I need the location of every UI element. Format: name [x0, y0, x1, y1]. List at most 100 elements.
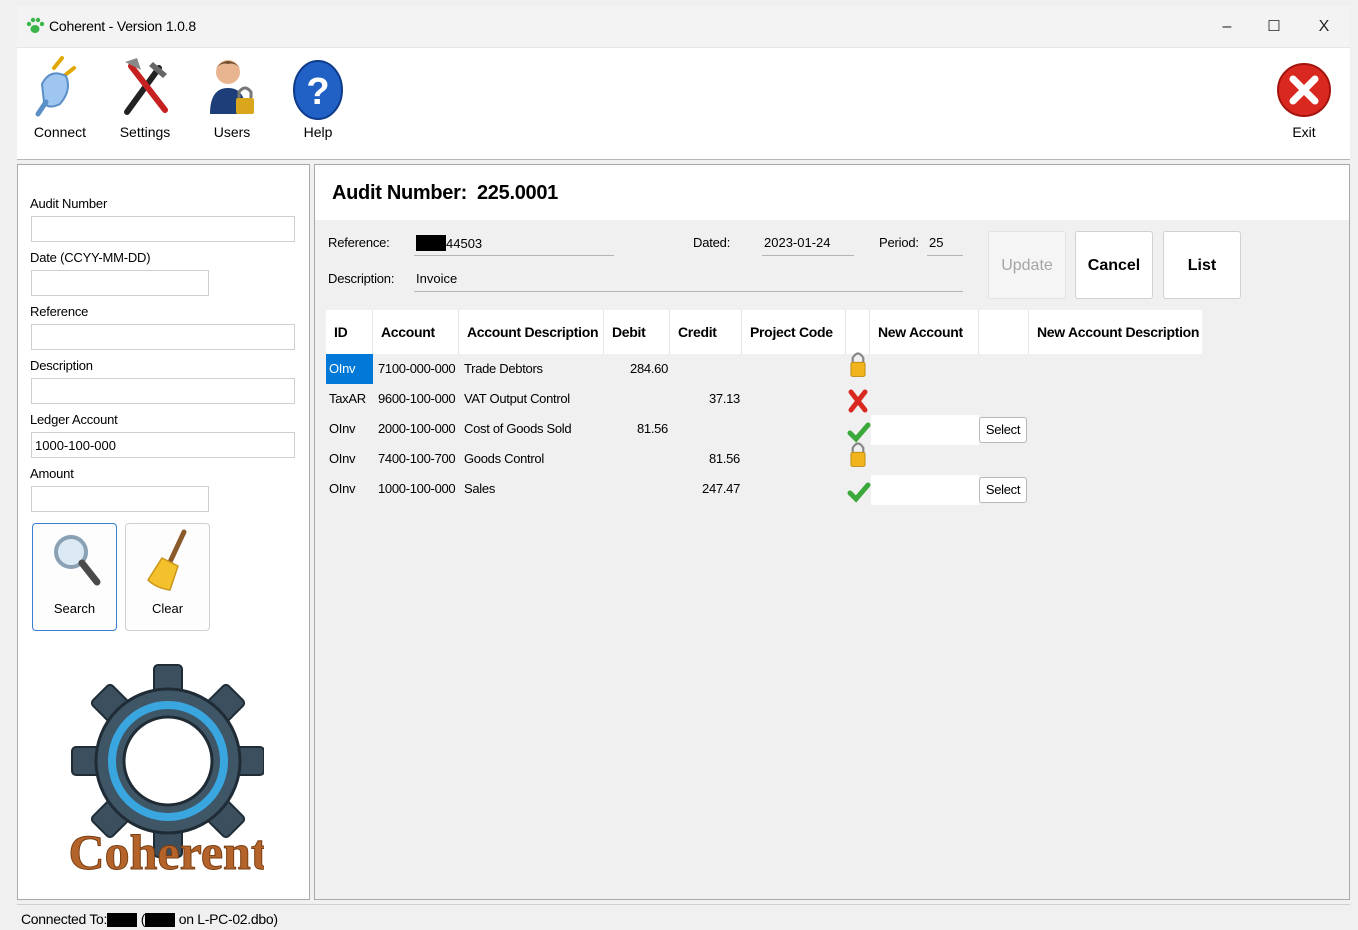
period-label: Period: — [879, 235, 919, 250]
row-description[interactable]: VAT Output Control — [464, 384, 570, 414]
connection-status: Connected To: ( on L-PC-02.dbo) — [21, 911, 278, 927]
new-account-input[interactable] — [871, 415, 979, 445]
col-project-code[interactable]: Project Code — [742, 310, 846, 354]
row-credit[interactable] — [670, 354, 740, 384]
user-lock-icon — [210, 60, 254, 114]
col-credit[interactable]: Credit — [670, 310, 742, 354]
row-account[interactable]: 2000-100-000 — [378, 414, 456, 444]
redacted-block — [107, 913, 138, 927]
audit-number-label: Audit Number — [30, 196, 108, 211]
row-description[interactable]: Sales — [464, 474, 495, 504]
period-field[interactable]: 25 — [927, 230, 963, 256]
col-account-description[interactable]: Account Description — [459, 310, 604, 354]
ledger-account-label: Ledger Account — [30, 412, 118, 427]
col-debit[interactable]: Debit — [604, 310, 670, 354]
date-input[interactable] — [31, 270, 209, 296]
settings-label: Settings — [119, 124, 171, 140]
row-account[interactable]: 1000-100-000 — [378, 474, 456, 504]
svg-text:?: ? — [306, 71, 329, 113]
window-title: Coherent - Version 1.0.8 — [49, 18, 196, 34]
table-row[interactable]: OInv 7400-100-700 Goods Control 81.56 — [326, 442, 1202, 474]
description-input[interactable] — [31, 378, 295, 404]
row-account[interactable]: 7400-100-700 — [378, 444, 456, 474]
logo-text: Coherent — [68, 824, 264, 877]
users-label: Users — [213, 124, 251, 140]
exit-label: Exit — [1292, 124, 1316, 140]
col-new-account-description[interactable]: New Account Description — [1029, 310, 1202, 354]
row-description[interactable]: Goods Control — [464, 444, 544, 474]
col-select — [979, 310, 1029, 354]
maximize-button[interactable]: ☐ — [1251, 10, 1297, 44]
redacted-block — [145, 913, 176, 927]
close-button[interactable]: X — [1301, 10, 1347, 44]
tools-icon — [124, 58, 168, 115]
audit-number-input[interactable] — [31, 216, 295, 242]
row-debit[interactable] — [604, 384, 668, 414]
connect-button[interactable]: Connect — [25, 54, 95, 154]
lock-icon — [850, 352, 866, 377]
exit-icon — [1277, 63, 1331, 117]
row-account[interactable]: 9600-100-000 — [378, 384, 456, 414]
col-id[interactable]: ID — [326, 310, 373, 354]
grid-header: ID Account Account Description Debit Cre… — [326, 310, 1202, 354]
row-description[interactable]: Cost of Goods Sold — [464, 414, 572, 444]
select-button[interactable]: Select — [979, 417, 1027, 443]
update-button[interactable]: Update — [988, 231, 1066, 299]
users-button[interactable]: Users — [197, 54, 267, 154]
broom-icon — [146, 529, 186, 591]
row-credit[interactable]: 81.56 — [670, 444, 740, 474]
table-row[interactable]: OInv 1000-100-000 Sales 247.47 Select — [326, 474, 1202, 505]
reference-field[interactable]: 44503 — [414, 230, 614, 256]
row-debit[interactable] — [604, 474, 668, 504]
audit-number-heading: Audit Number: 225.0001 — [332, 182, 558, 205]
audit-panel: Audit Number: 225.0001 Reference: 44503 D… — [314, 164, 1350, 900]
audit-number-heading-label: Audit Number: — [332, 182, 467, 204]
audit-number-heading-value: 225.0001 — [476, 182, 559, 204]
date-label: Date (CCYY-MM-DD) — [30, 250, 151, 265]
row-credit[interactable]: 37.13 — [670, 384, 740, 414]
ledger-account-input[interactable] — [31, 432, 295, 458]
row-id[interactable]: OInv — [329, 444, 356, 474]
select-button[interactable]: Select — [979, 477, 1027, 503]
minimize-button[interactable]: – — [1204, 10, 1250, 44]
green-check-icon — [847, 482, 871, 503]
toolbar: Connect Settings Users ? Help Exit — [17, 48, 1350, 160]
description-field[interactable]: Invoice — [414, 266, 963, 292]
lock-icon — [850, 442, 866, 467]
row-credit[interactable]: 247.47 — [670, 474, 740, 504]
row-debit[interactable]: 81.56 — [604, 414, 668, 444]
row-id[interactable]: OInv — [329, 414, 356, 444]
table-row[interactable]: OInv 2000-100-000 Cost of Goods Sold 81.… — [326, 414, 1202, 445]
search-label: Search — [53, 601, 96, 616]
table-row[interactable]: OInv 7100-000-000 Trade Debtors 284.60 — [326, 352, 1202, 384]
row-id[interactable]: TaxAR — [329, 384, 366, 414]
clear-button[interactable]: Clear — [125, 523, 210, 631]
row-credit[interactable] — [670, 414, 740, 444]
audit-header: Audit Number: 225.0001 — [315, 165, 1349, 220]
help-label: Help — [303, 124, 333, 140]
col-new-account[interactable]: New Account — [870, 310, 979, 354]
row-id[interactable]: OInv — [329, 474, 356, 504]
dated-field[interactable]: 2023-01-24 — [762, 230, 854, 256]
row-id[interactable]: OInv — [326, 354, 373, 384]
table-row[interactable]: TaxAR 9600-100-000 VAT Output Control 37… — [326, 384, 1202, 414]
new-account-input[interactable] — [871, 475, 979, 505]
exit-button[interactable]: Exit — [1269, 54, 1339, 154]
row-debit[interactable] — [604, 444, 668, 474]
cancel-button[interactable]: Cancel — [1075, 231, 1153, 299]
help-icon: ? — [293, 60, 343, 120]
row-debit[interactable]: 284.60 — [604, 354, 668, 384]
red-x-icon — [848, 389, 868, 413]
row-description[interactable]: Trade Debtors — [464, 354, 543, 384]
title-bar: Coherent - Version 1.0.8 – ☐ X — [17, 6, 1350, 48]
search-button[interactable]: Search — [32, 523, 117, 631]
coherent-logo: Coherent — [68, 664, 264, 877]
row-account[interactable]: 7100-000-000 — [378, 354, 456, 384]
reference-input[interactable] — [31, 324, 295, 350]
col-account[interactable]: Account — [373, 310, 459, 354]
list-button[interactable]: List — [1163, 231, 1241, 299]
settings-button[interactable]: Settings — [110, 54, 180, 154]
reference-field-label: Reference: — [328, 235, 390, 250]
help-button[interactable]: ? Help — [283, 54, 353, 154]
amount-input[interactable] — [31, 486, 209, 512]
